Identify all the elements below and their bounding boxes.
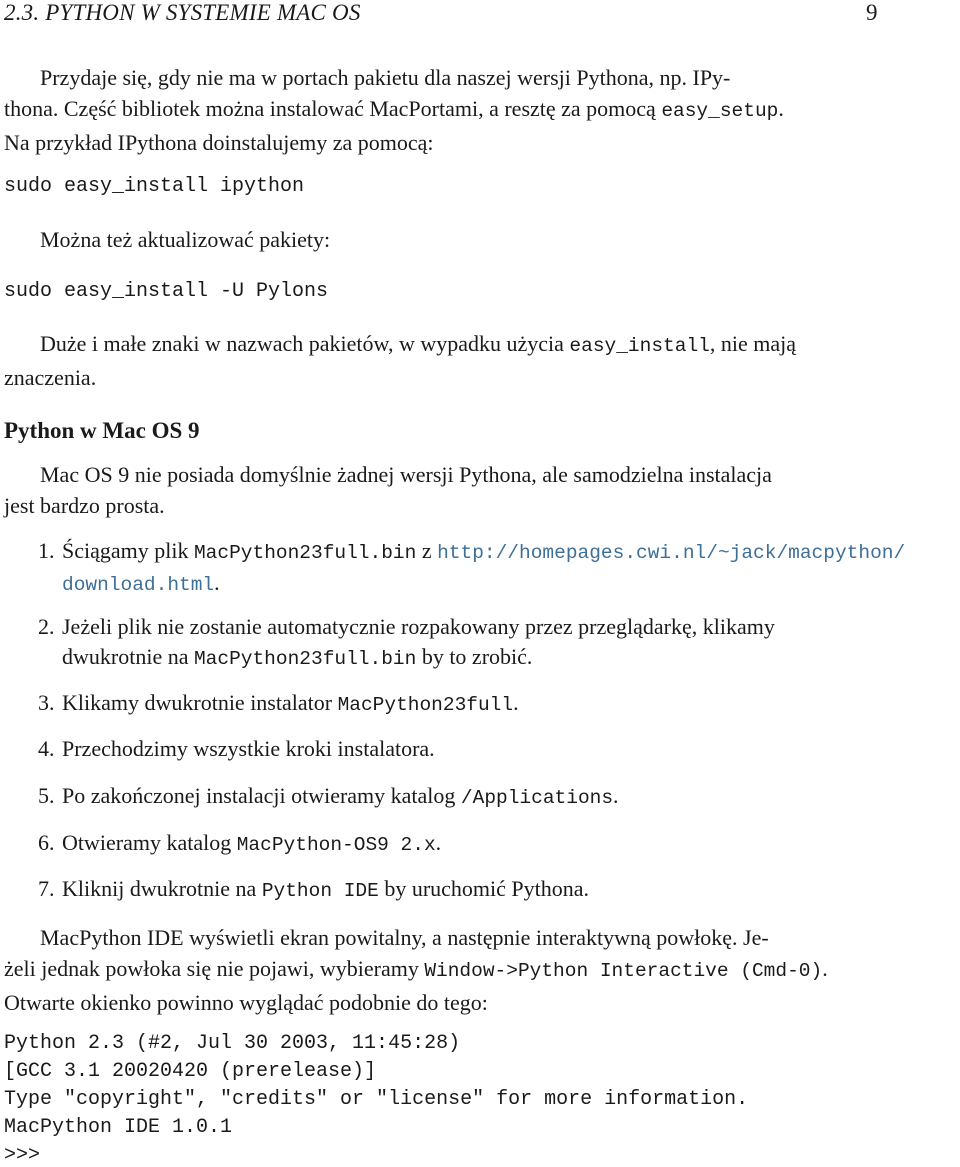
inline-code-easy-install: easy_install xyxy=(569,335,710,357)
step-punct: . xyxy=(513,690,519,715)
step-number: 7. xyxy=(38,876,55,901)
console-line: MacPython IDE 1.0.1 xyxy=(4,1116,233,1139)
section-intro-line-1: Mac OS 9 nie posiada domyślnie żadnej we… xyxy=(40,462,772,487)
intro-paragraph: Przydaje się, gdy nie ma w portach pakie… xyxy=(4,62,884,158)
step-body: Ściągamy plik MacPython23full.bin z http… xyxy=(62,536,905,568)
running-header-title: 2.3. PYTHON W SYSTEMIE MAC OS xyxy=(4,0,361,25)
case-text-end: , nie mają xyxy=(709,331,796,356)
step-text: Przechodzimy wszystkie kroki instalatora… xyxy=(62,736,435,761)
closing-text: żeli jednak powłoka się nie pojawi, wybi… xyxy=(4,956,425,981)
step-text: Klikamy dwukrotnie instalator xyxy=(62,690,338,715)
inline-code-installer: MacPython23full xyxy=(337,694,514,716)
closing-paragraph: MacPython IDE wyświetli ekran powitalny,… xyxy=(4,922,884,1018)
console-line: Type "copyright", "credits" or "license"… xyxy=(4,1088,749,1111)
step-body-cont: download.html. xyxy=(62,568,898,600)
inline-code-applications: /Applications xyxy=(460,787,614,809)
closing-line-2: żeli jednak powłoka się nie pojawi, wybi… xyxy=(4,953,884,987)
inline-code-filename: MacPython23full.bin xyxy=(193,648,417,670)
intro-line-2: thona. Część bibliotek można instalować … xyxy=(4,93,884,127)
step-body: Klikamy dwukrotnie instalator MacPython2… xyxy=(62,688,898,720)
step-text: by uruchomić Pythona. xyxy=(378,876,590,901)
step-body: Kliknij dwukrotnie na Python IDE by uruc… xyxy=(62,874,898,906)
step-text: by to zrobić. xyxy=(416,644,533,669)
step-punct: . xyxy=(435,830,442,855)
inline-code-python-ide: Python IDE xyxy=(261,880,379,902)
step-text: Kliknij dwukrotnie na xyxy=(62,876,262,901)
step-number: 2. xyxy=(38,614,55,639)
section-intro-line-2: jest bardzo prosta. xyxy=(4,493,165,518)
console-line: [GCC 3.1 20020420 (prerelease)] xyxy=(4,1060,377,1083)
closing-line-1: MacPython IDE wyświetli ekran powitalny,… xyxy=(40,925,769,950)
step-number: 4. xyxy=(38,736,55,761)
step-text: z xyxy=(416,538,438,563)
step-body: Po zakończonej instalacji otwieramy kata… xyxy=(62,781,898,813)
code-block-install-ipython: sudo easy_install ipython xyxy=(4,175,305,198)
step-body: Otwieramy katalog MacPython-OS9 2.x. xyxy=(62,828,898,860)
download-link-cont[interactable]: download.html xyxy=(62,574,214,596)
step-number: 1. xyxy=(38,538,55,563)
intro-punct: . xyxy=(778,96,784,121)
case-text: Duże i małe znaki w nazwach pakietów, w … xyxy=(40,331,570,356)
step-text: Ściągamy plik xyxy=(62,538,194,563)
step-4: 4. Przechodzimy wszystkie kroki instalat… xyxy=(38,734,898,764)
case-line-2: znaczenia. xyxy=(4,365,97,390)
step-number: 5. xyxy=(38,783,55,808)
step-number: 3. xyxy=(38,690,55,715)
code-block-update-pylons: sudo easy_install -U Pylons xyxy=(4,280,329,303)
inline-code-folder: MacPython-OS9 2.x xyxy=(236,834,436,856)
step-text: Po zakończonej instalacji otwieramy kata… xyxy=(62,783,461,808)
step-text: Otwieramy katalog xyxy=(62,830,237,855)
step-7: 7. Kliknij dwukrotnie na Python IDE by u… xyxy=(38,874,898,906)
console-prompt: >>> xyxy=(4,1144,41,1167)
inline-code-easy-setup: easy_setup xyxy=(661,100,779,122)
step-2: 2. Jeżeli plik nie zostanie automatyczni… xyxy=(38,612,898,674)
step-body-cont: dwukrotnie na MacPython23full.bin by to … xyxy=(62,642,898,674)
step-6: 6. Otwieramy katalog MacPython-OS9 2.x. xyxy=(38,828,898,860)
intro-line-1: Przydaje się, gdy nie ma w portach pakie… xyxy=(40,65,731,90)
step-3: 3. Klikamy dwukrotnie instalator MacPyth… xyxy=(38,688,898,720)
step-punct: . xyxy=(613,783,619,808)
case-paragraph: Duże i małe znaki w nazwach pakietów, w … xyxy=(4,328,884,393)
console-line: Python 2.3 (#2, Jul 30 2003, 11:45:28) xyxy=(4,1032,461,1055)
intro-line-3: Na przykład IPythona doinstalujemy za po… xyxy=(4,130,434,155)
update-text: Można też aktualizować pakiety: xyxy=(40,227,331,252)
step-5: 5. Po zakończonej instalacji otwieramy k… xyxy=(38,781,898,813)
download-link[interactable]: http://homepages.cwi.nl/~jack/macpython/ xyxy=(437,542,905,564)
case-line-1: Duże i małe znaki w nazwach pakietów, w … xyxy=(4,328,884,362)
update-paragraph: Można też aktualizować pakiety: xyxy=(4,224,884,255)
section-heading: Python w Mac OS 9 xyxy=(4,418,200,443)
inline-code-filename: MacPython23full.bin xyxy=(193,542,417,564)
step-1: 1. Ściągamy plik MacPython23full.bin z h… xyxy=(38,536,905,600)
step-punct: . xyxy=(214,570,220,595)
step-text: dwukrotnie na xyxy=(62,644,194,669)
step-number: 6. xyxy=(38,830,55,855)
section-intro-paragraph: Mac OS 9 nie posiada domyślnie żadnej we… xyxy=(4,459,884,521)
closing-line-3: Otwarte okienko powinno wyglądać podobni… xyxy=(4,990,488,1015)
intro-text: thona. Część bibliotek można instalować … xyxy=(4,96,662,121)
step-text: Jeżeli plik nie zostanie automatycznie r… xyxy=(62,614,775,639)
page-number: 9 xyxy=(866,0,878,25)
inline-code-menu-path: Window->Python Interactive (Cmd-0) xyxy=(424,960,823,982)
closing-punct: . xyxy=(822,956,828,981)
